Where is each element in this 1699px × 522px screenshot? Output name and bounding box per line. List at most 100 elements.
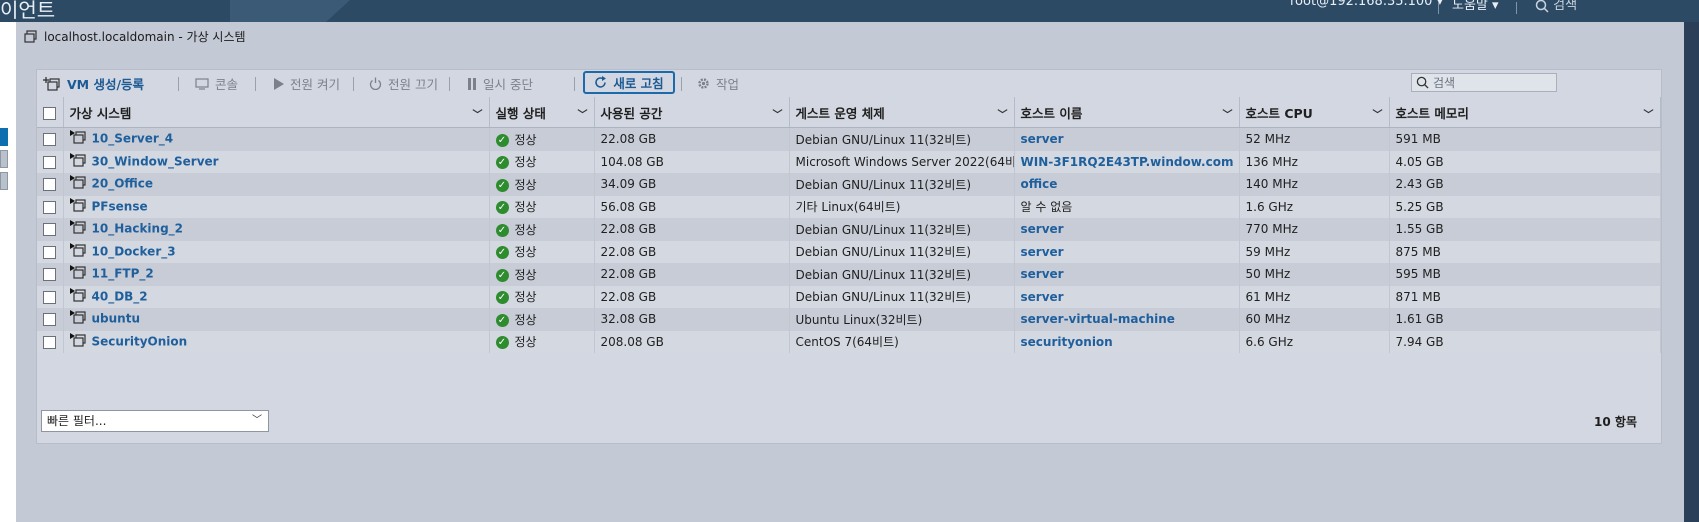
chevron-down-icon[interactable]: ﹀	[1373, 106, 1383, 121]
add-vm-icon	[43, 76, 60, 91]
hostname-value[interactable]: securityonion	[1021, 335, 1113, 349]
row-checkbox[interactable]	[43, 155, 56, 169]
chevron-down-icon[interactable]: ﹀	[773, 106, 783, 121]
navigator-tab-active[interactable]	[0, 128, 8, 146]
hostname-value[interactable]: office	[1021, 177, 1058, 191]
create-vm-button[interactable]: VM 생성/등록	[43, 74, 144, 93]
check-circle-icon: ✓	[495, 246, 509, 260]
column-header[interactable]: 게스트 운영 체제 ﹀	[789, 97, 1015, 128]
navigator-tab[interactable]	[0, 172, 8, 190]
vm-name-link[interactable]: 11_FTP_2	[92, 267, 154, 281]
hostname-cell: server	[1014, 240, 1240, 263]
column-header[interactable]: 실행 상태 ﹀	[489, 97, 595, 128]
memory-cell: 2.43 GB	[1389, 173, 1661, 196]
power-off-button[interactable]: 전원 끄기	[369, 74, 438, 93]
actions-label: 작업	[716, 77, 740, 92]
row-checkbox[interactable]	[43, 313, 56, 327]
chevron-down-icon[interactable]: ﹀	[578, 106, 588, 121]
column-label: 호스트 메모리	[1395, 105, 1469, 121]
console-button[interactable]: 콘솔	[195, 74, 238, 93]
navigator-tab[interactable]	[0, 150, 8, 168]
grid-search-input[interactable]: 검색	[1411, 73, 1557, 92]
chevron-down-icon[interactable]: ﹀	[998, 106, 1008, 121]
memory-cell: 1.55 GB	[1389, 218, 1661, 241]
os-cell: Debian GNU/Linux 11(32비트)	[789, 173, 1015, 196]
top-search[interactable]: 검색	[1535, 0, 1577, 13]
column-header[interactable]: 호스트 이름 ﹀	[1014, 97, 1240, 128]
row-checkbox[interactable]	[43, 178, 56, 192]
space-cell: 22.08 GB	[594, 240, 790, 263]
power-on-button[interactable]: 전원 켜기	[273, 74, 340, 93]
os-cell: Debian GNU/Linux 11(32비트)	[789, 218, 1015, 241]
table-row[interactable]: SecurityOnion ✓ 정상 208.08 GB CentOS 7(64비트) s…	[37, 330, 1661, 353]
table-row[interactable]: 20_Office ✓ 정상 34.09 GB Debian GNU/Linux 11(…	[37, 173, 1661, 196]
hostname-value: 알 수 없음	[1020, 200, 1073, 215]
state-cell: ✓ 정상	[489, 308, 595, 331]
hostname-value[interactable]: server-virtual-machine	[1021, 312, 1175, 326]
select-all-checkbox[interactable]	[43, 106, 56, 120]
hostname-value[interactable]: WIN-3F1RQ2E43TP.window.com	[1021, 155, 1234, 169]
help-menu[interactable]: 도움말 ▾	[1452, 0, 1499, 13]
table-row[interactable]: 40_DB_2 ✓ 정상 22.08 GB Debian GNU/Linux 11(32…	[37, 285, 1661, 308]
check-circle-icon: ✓	[495, 336, 509, 350]
actions-button[interactable]: 작업	[697, 74, 739, 93]
vm-name-link[interactable]: 10_Server_4	[92, 132, 174, 146]
row-select-cell	[37, 330, 64, 353]
divider	[449, 77, 450, 91]
hostname-value[interactable]: server	[1021, 222, 1064, 236]
vm-icon	[69, 130, 86, 148]
vm-name-link[interactable]: ubuntu	[92, 312, 141, 326]
vm-name-link[interactable]: 10_Docker_3	[92, 244, 176, 258]
table-row[interactable]: ubuntu ✓ 정상 32.08 GB Ubuntu Linux(32비트) serve…	[37, 308, 1661, 331]
column-header[interactable]: 가상 시스템 ﹀	[63, 97, 490, 128]
refresh-button[interactable]: 새로 고침	[583, 71, 675, 94]
row-select-cell	[37, 173, 64, 196]
table-row[interactable]: 10_Server_4 ✓ 정상 22.08 GB Debian GNU/Linux 1…	[37, 127, 1661, 151]
column-header[interactable]: 호스트 CPU ﹀	[1239, 97, 1390, 128]
chevron-down-icon[interactable]: ﹀	[473, 106, 483, 121]
table-row[interactable]: 10_Hacking_2 ✓ 정상 22.08 GB Debian GNU/Linux …	[37, 218, 1661, 241]
vm-name-link[interactable]: 40_DB_2	[92, 289, 148, 303]
search-icon	[1535, 0, 1549, 13]
vm-name-link[interactable]: 30_Window_Server	[92, 154, 219, 168]
panel-title-text: localhost.localdomain - 가상 시스템	[44, 30, 246, 44]
suspend-button[interactable]: 일시 중단	[467, 74, 533, 93]
row-checkbox[interactable]	[43, 290, 56, 304]
quick-filter-select[interactable]: 빠른 필터... ﹀	[41, 410, 269, 432]
chevron-down-icon: ﹀	[252, 415, 262, 426]
table-row[interactable]: 10_Docker_3 ✓ 정상 22.08 GB Debian GNU/Linux 1…	[37, 240, 1661, 263]
state-cell: ✓ 정상	[489, 195, 595, 218]
table-row[interactable]: PFsense ✓ 정상 56.08 GB 기타 Linux(64비트) 알 수 없음 1.…	[37, 195, 1661, 218]
refresh-icon	[595, 76, 607, 88]
vm-name-link[interactable]: 20_Office	[92, 177, 154, 191]
vm-name-link[interactable]: 10_Hacking_2	[92, 222, 184, 236]
cpu-cell: 50 MHz	[1239, 263, 1390, 286]
hostname-value[interactable]: server	[1021, 132, 1064, 146]
chevron-down-icon[interactable]: ﹀	[1223, 106, 1233, 121]
hostname-value[interactable]: server	[1021, 290, 1064, 304]
state-text: 정상	[514, 132, 537, 147]
hostname-value[interactable]: server	[1021, 245, 1064, 259]
vm-name-link[interactable]: PFsense	[92, 199, 148, 213]
row-checkbox[interactable]	[43, 245, 56, 259]
vm-icon	[69, 175, 86, 193]
item-count: 10 항목	[1594, 415, 1637, 429]
row-checkbox[interactable]	[43, 200, 56, 214]
table-row[interactable]: 30_Window_Server ✓ 정상 104.08 GB Microsoft Wi…	[37, 150, 1661, 173]
row-checkbox[interactable]	[43, 268, 56, 282]
select-all-header	[37, 97, 64, 128]
chevron-down-icon[interactable]: ﹀	[1644, 106, 1654, 121]
row-checkbox[interactable]	[43, 335, 56, 349]
column-header[interactable]: 사용된 공간 ﹀	[594, 97, 790, 128]
row-checkbox[interactable]	[43, 223, 56, 237]
hostname-value[interactable]: server	[1021, 267, 1064, 281]
vm-grid: VM 생성/등록 콘솔 전원 켜기 전원 끄기 일시 중단 새로 고침 작업 검…	[36, 69, 1662, 444]
user-menu[interactable]: root@192.168.35.100 ▾	[1290, 0, 1443, 9]
state-cell: ✓ 정상	[489, 150, 595, 173]
state-cell: ✓ 정상	[489, 330, 595, 353]
row-checkbox[interactable]	[43, 133, 56, 147]
column-header[interactable]: 호스트 메모리 ﹀	[1389, 97, 1661, 128]
vm-name-link[interactable]: SecurityOnion	[92, 334, 188, 348]
state-cell: ✓ 정상	[489, 218, 595, 241]
table-row[interactable]: 11_FTP_2 ✓ 정상 22.08 GB Debian GNU/Linux 11(3…	[37, 263, 1661, 286]
